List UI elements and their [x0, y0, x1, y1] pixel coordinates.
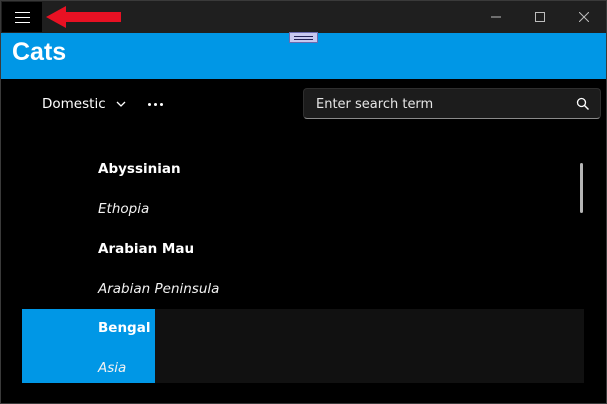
list-item[interactable]: Abyssinian Ethopia	[22, 149, 584, 229]
menu-button[interactable]	[2, 2, 42, 32]
filter-selected-value: Domestic	[42, 96, 106, 112]
chevron-down-icon	[116, 101, 126, 107]
minimize-button[interactable]	[474, 1, 518, 33]
page-title: Cats	[12, 38, 67, 66]
close-button[interactable]	[562, 1, 606, 33]
filter-dropdown[interactable]: Domestic	[32, 90, 136, 118]
cat-list: Abyssinian Ethopia Arabian Mau Arabian P…	[22, 149, 584, 384]
minimize-icon	[491, 16, 501, 18]
maximize-icon	[535, 12, 545, 22]
vertical-scrollbar[interactable]	[580, 163, 583, 213]
item-name: Bengal	[98, 320, 151, 336]
window-controls	[474, 1, 606, 33]
item-origin: Arabian Peninsula	[98, 281, 220, 297]
red-arrow-icon	[46, 6, 121, 28]
search-box[interactable]	[303, 88, 601, 120]
list-item-selected[interactable]: Bengal Asia	[22, 309, 584, 383]
item-origin: Asia	[98, 360, 127, 376]
drag-handle[interactable]	[289, 32, 318, 43]
app-window: Cats Domestic Abyssinian Ethopia Arabian…	[0, 0, 607, 404]
hamburger-icon	[14, 11, 30, 23]
more-options-button[interactable]	[141, 90, 169, 118]
item-origin: Ethopia	[98, 201, 150, 217]
search-input[interactable]	[314, 89, 568, 120]
item-name: Arabian Mau	[98, 241, 195, 257]
item-name: Abyssinian	[98, 161, 181, 177]
more-icon	[146, 102, 164, 106]
list-item[interactable]: Arabian Mau Arabian Peninsula	[22, 229, 584, 309]
title-bar	[1, 1, 606, 33]
maximize-button[interactable]	[518, 1, 562, 33]
close-icon	[579, 12, 589, 22]
search-icon[interactable]	[576, 97, 590, 111]
